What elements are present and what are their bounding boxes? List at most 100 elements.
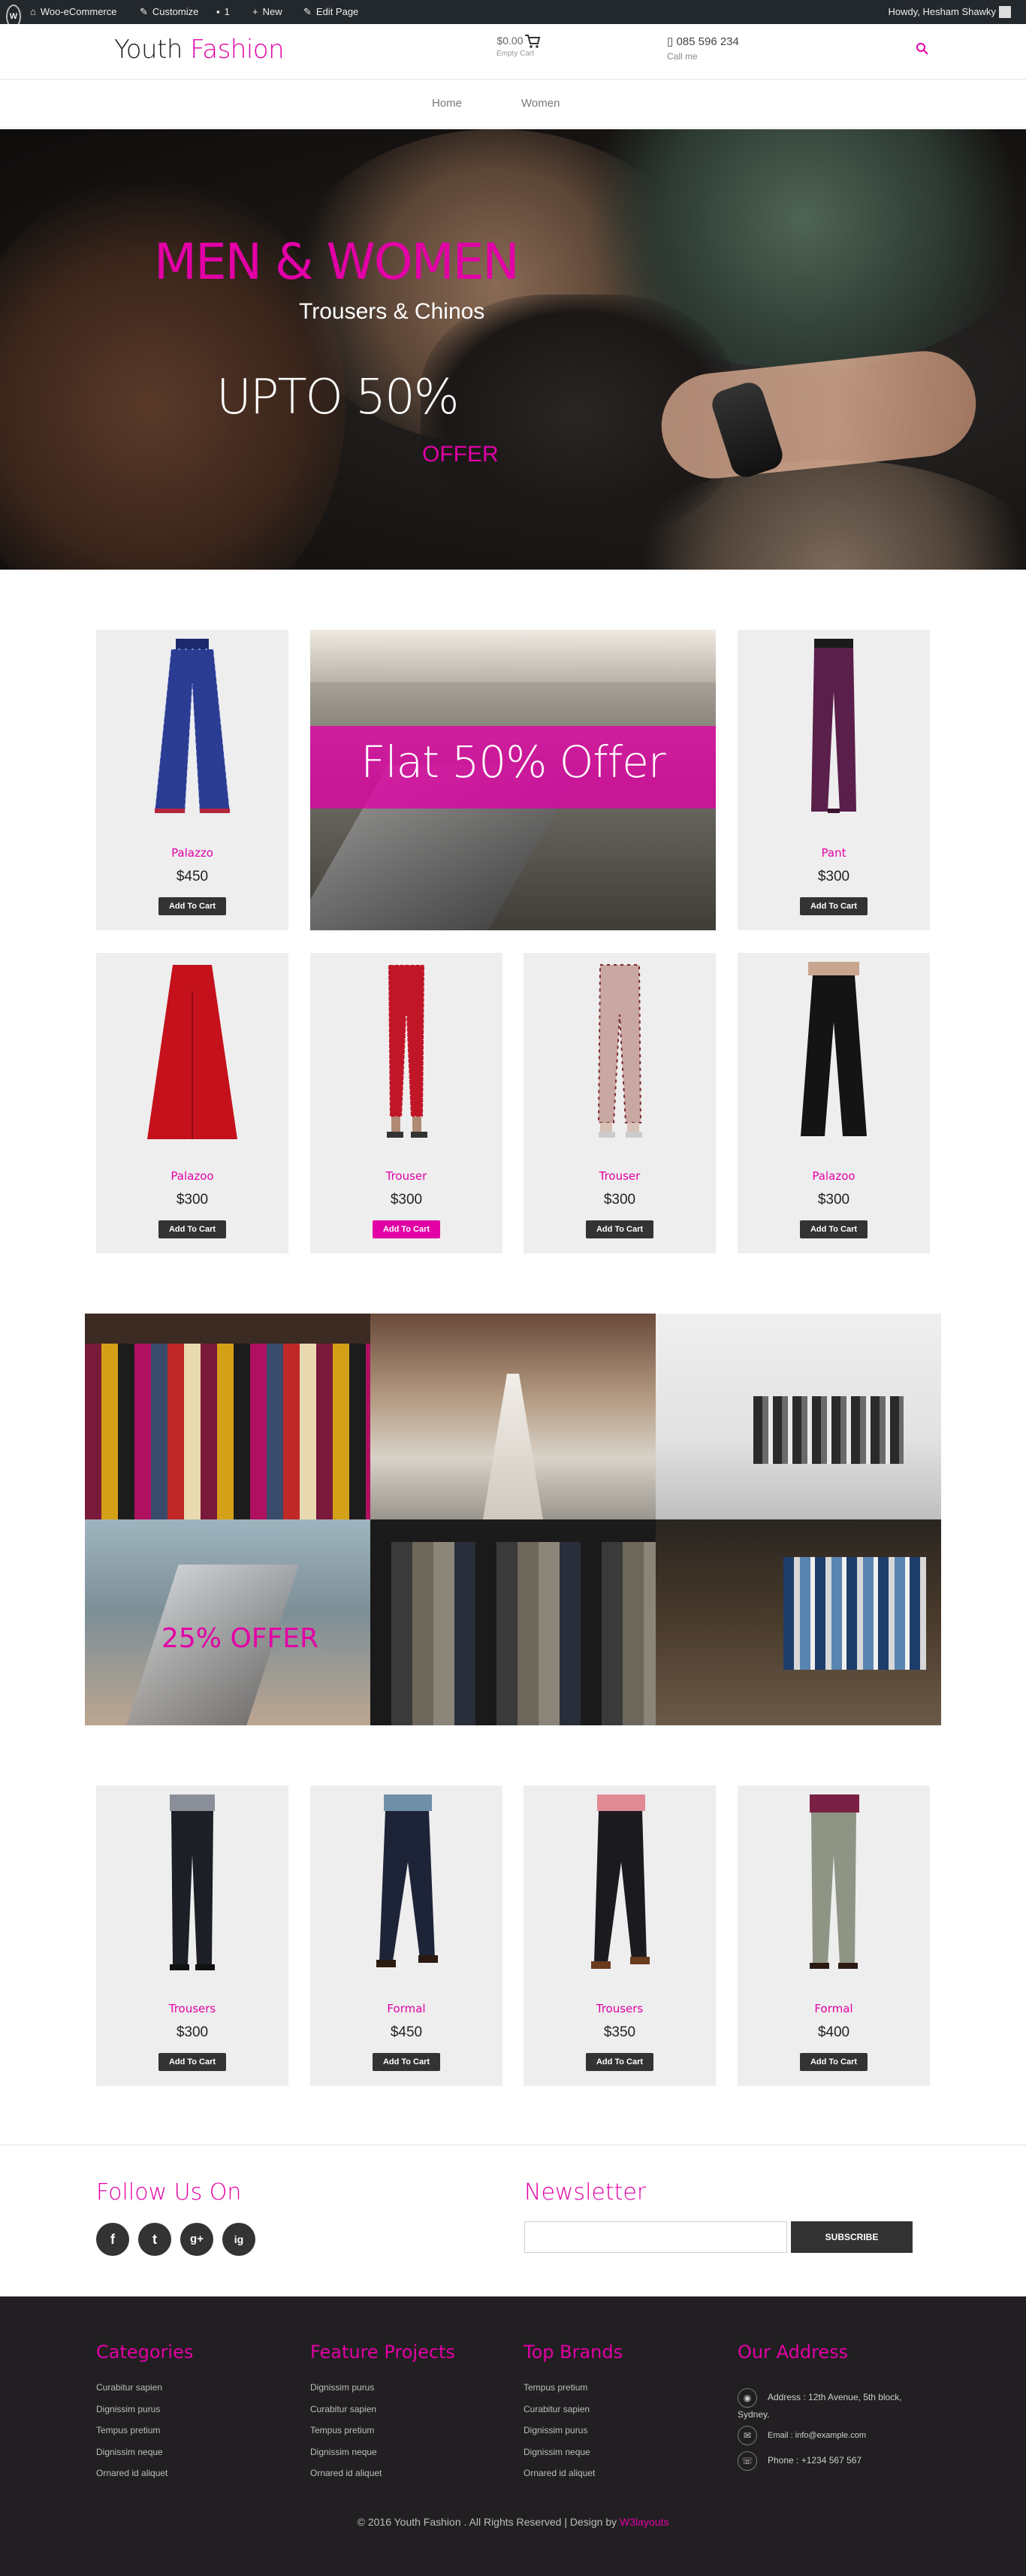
footer-top-brands: Top Brands Tempus pretium Curabitur sapi…	[524, 2342, 623, 2490]
footer-link[interactable]: Dignissim neque	[524, 2447, 623, 2469]
admin-howdy-label: Howdy, Hesham Shawky	[888, 6, 996, 17]
product-name[interactable]: Pant	[738, 846, 930, 860]
footer-link[interactable]: Dignissim neque	[96, 2447, 193, 2469]
footer-link[interactable]: Curabitur sapien	[310, 2404, 455, 2426]
copyright-text: © 2016 Youth Fashion . All Rights Reserv…	[357, 2516, 620, 2528]
phone-icon: ☏	[738, 2451, 757, 2471]
product-card[interactable]: Trousers $350 Add To Cart	[524, 1785, 716, 2086]
product-card[interactable]: Formal $450 Add To Cart	[310, 1785, 502, 2086]
promo-flat-offer-banner[interactable]: Flat 50% Offer	[310, 630, 716, 930]
admin-account-link[interactable]: Howdy, Hesham Shawky	[888, 0, 996, 24]
admin-new-label: New	[262, 6, 282, 17]
newsletter-title: Newsletter	[524, 2179, 647, 2206]
admin-edit-page-link[interactable]: ✎ Edit Page	[303, 0, 358, 24]
product-card[interactable]: Palazzo $450 Add To Cart	[96, 630, 288, 930]
footer-link[interactable]: Tempus pretium	[524, 2382, 623, 2404]
black-palazoo-image	[801, 962, 867, 1136]
product-price: $400	[817, 2024, 850, 2040]
patterned-trouser-image	[597, 964, 642, 1138]
promo-text: Flat 50% Offer	[361, 736, 666, 788]
add-to-cart-button[interactable]: Add To Cart	[800, 897, 868, 915]
add-to-cart-button[interactable]: Add To Cart	[800, 1220, 868, 1238]
newsletter-email-input[interactable]	[524, 2221, 787, 2253]
footer-link[interactable]: Ornared id aliquet	[310, 2468, 455, 2490]
footer-categories-title: Categories	[96, 2342, 194, 2363]
product-name[interactable]: Palazoo	[96, 1169, 288, 1183]
product-card[interactable]: Pant $300 Add To Cart	[738, 630, 930, 930]
admin-customize-label: Customize	[152, 6, 199, 17]
nav-item-women[interactable]: Women	[521, 97, 560, 110]
main-nav: Home Women	[0, 80, 1026, 128]
footer-link[interactable]: Dignissim purus	[310, 2382, 455, 2404]
product-price: $300	[817, 869, 850, 884]
admin-customize-link[interactable]: ✎ Customize	[140, 0, 198, 24]
add-to-cart-button[interactable]: Add To Cart	[586, 1220, 653, 1238]
admin-bar: W ⌂ Woo-eCommerce ✎ Customize ▪ 1 + New …	[0, 0, 1026, 29]
product-name[interactable]: Formal	[310, 2002, 502, 2015]
plus-icon: +	[252, 6, 258, 17]
product-name[interactable]: Trousers	[96, 2002, 288, 2015]
admin-new-link[interactable]: + New	[252, 0, 282, 24]
product-card[interactable]: Trouser $300 Add To Cart	[310, 953, 502, 1253]
footer-email-line: ✉ Email : info@example.com	[738, 2426, 866, 2445]
site-logo[interactable]: Youth Fashion	[114, 35, 285, 65]
site-header: Youth Fashion $0.00 Empty Cart ▯ 085 596…	[0, 24, 1026, 80]
instagram-icon[interactable]: ig	[222, 2223, 255, 2256]
follow-us-title: Follow Us On	[96, 2179, 242, 2206]
brush-icon: ✎	[140, 6, 148, 17]
product-price: $300	[176, 2024, 209, 2040]
phone-number: 085 596 234	[676, 35, 739, 48]
add-to-cart-button[interactable]: Add To Cart	[158, 1220, 226, 1238]
footer-link[interactable]: Curabitur sapien	[524, 2404, 623, 2426]
add-to-cart-button[interactable]: Add To Cart	[158, 897, 226, 915]
search-icon[interactable]	[916, 42, 931, 57]
google-plus-icon[interactable]: g+	[180, 2223, 213, 2256]
footer-link[interactable]: Dignissim purus	[524, 2425, 623, 2447]
mobile-phone-icon: ▯	[667, 35, 674, 48]
footer-link[interactable]: Curabitur sapien	[96, 2382, 193, 2404]
admin-site-link[interactable]: ⌂ Woo-eCommerce	[30, 0, 116, 24]
navy-formal-image	[376, 1794, 438, 1967]
product-name[interactable]: Trouser	[310, 1169, 502, 1183]
product-price: $300	[603, 1192, 636, 1208]
cart-icon[interactable]	[524, 34, 541, 53]
product-card[interactable]: Palazoo $300 Add To Cart	[738, 953, 930, 1253]
footer-features-title: Feature Projects	[310, 2342, 455, 2363]
black-trousers-image	[170, 1794, 215, 1970]
footer-link[interactable]: Tempus pretium	[310, 2425, 455, 2447]
product-card[interactable]: Trouser $300 Add To Cart	[524, 953, 716, 1253]
product-name[interactable]: Palazzo	[96, 846, 288, 860]
pencil-icon: ✎	[303, 6, 312, 17]
footer-address-title: Our Address	[738, 2342, 849, 2363]
product-card[interactable]: Formal $400 Add To Cart	[738, 1785, 930, 2086]
footer-link[interactable]: Ornared id aliquet	[96, 2468, 193, 2490]
add-to-cart-button[interactable]: Add To Cart	[373, 2053, 440, 2071]
product-name[interactable]: Formal	[738, 2002, 930, 2015]
admin-avatar[interactable]	[999, 0, 1011, 24]
add-to-cart-button[interactable]: Add To Cart	[373, 1220, 440, 1238]
admin-comments-link[interactable]: ▪ 1	[216, 0, 230, 24]
footer-link[interactable]: Dignissim purus	[96, 2404, 193, 2426]
map-pin-icon: ◉	[738, 2388, 757, 2408]
product-name[interactable]: Trouser	[524, 1169, 716, 1183]
subscribe-button[interactable]: SUBSCRIBE	[791, 2221, 913, 2253]
product-card[interactable]: Palazoo $300 Add To Cart	[96, 953, 288, 1253]
add-to-cart-button[interactable]: Add To Cart	[158, 2053, 226, 2071]
add-to-cart-button[interactable]: Add To Cart	[586, 2053, 653, 2071]
admin-site-label: Woo-eCommerce	[40, 6, 117, 17]
designer-link[interactable]: W3layouts	[620, 2516, 668, 2528]
footer-feature-projects: Feature Projects Dignissim purus Curabit…	[310, 2342, 455, 2490]
footer-link[interactable]: Ornared id aliquet	[524, 2468, 623, 2490]
product-card[interactable]: Trousers $300 Add To Cart	[96, 1785, 288, 2086]
product-name[interactable]: Palazoo	[738, 1169, 930, 1183]
nav-item-home[interactable]: Home	[432, 97, 462, 110]
twitter-icon[interactable]: t	[138, 2223, 171, 2256]
product-name[interactable]: Trousers	[524, 2002, 716, 2015]
footer-link[interactable]: Tempus pretium	[96, 2425, 193, 2447]
footer-link[interactable]: Dignissim neque	[310, 2447, 455, 2469]
collage-store-image	[656, 1314, 941, 1519]
facebook-icon[interactable]: f	[96, 2223, 129, 2256]
store-collage-banner[interactable]: 25% OFFER	[85, 1314, 941, 1725]
add-to-cart-button[interactable]: Add To Cart	[800, 2053, 868, 2071]
email-text[interactable]: Email : info@example.com	[768, 2431, 866, 2440]
